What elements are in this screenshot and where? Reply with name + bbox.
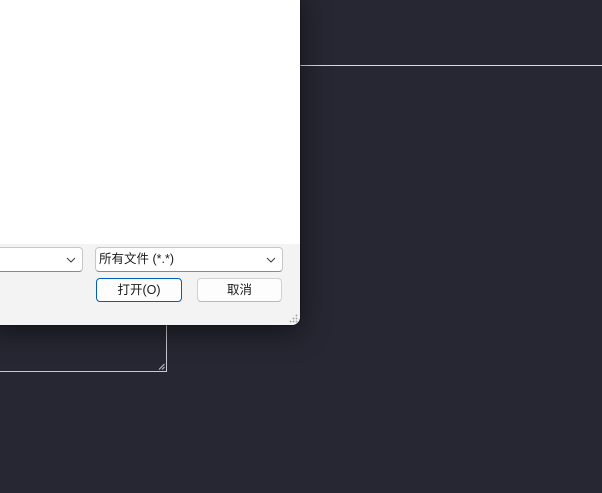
open-button[interactable]: 打开(O) <box>96 278 182 302</box>
open-file-dialog: 所有文件 (*.*) 打开(O) 取消 <box>0 0 300 325</box>
filetype-combobox[interactable]: 所有文件 (*.*) <box>95 247 283 272</box>
resize-grip-icon[interactable] <box>288 313 298 323</box>
background-divider-line <box>300 65 602 66</box>
dialog-footer: 所有文件 (*.*) 打开(O) 取消 <box>0 244 300 325</box>
cancel-button[interactable]: 取消 <box>197 278 282 302</box>
chevron-down-icon[interactable] <box>266 256 276 264</box>
filetype-value: 所有文件 (*.*) <box>99 252 175 266</box>
filename-combobox[interactable] <box>0 247 83 272</box>
chevron-down-icon[interactable] <box>66 256 76 264</box>
file-list-pane[interactable] <box>0 0 300 244</box>
resize-grip-icon[interactable] <box>158 363 165 370</box>
